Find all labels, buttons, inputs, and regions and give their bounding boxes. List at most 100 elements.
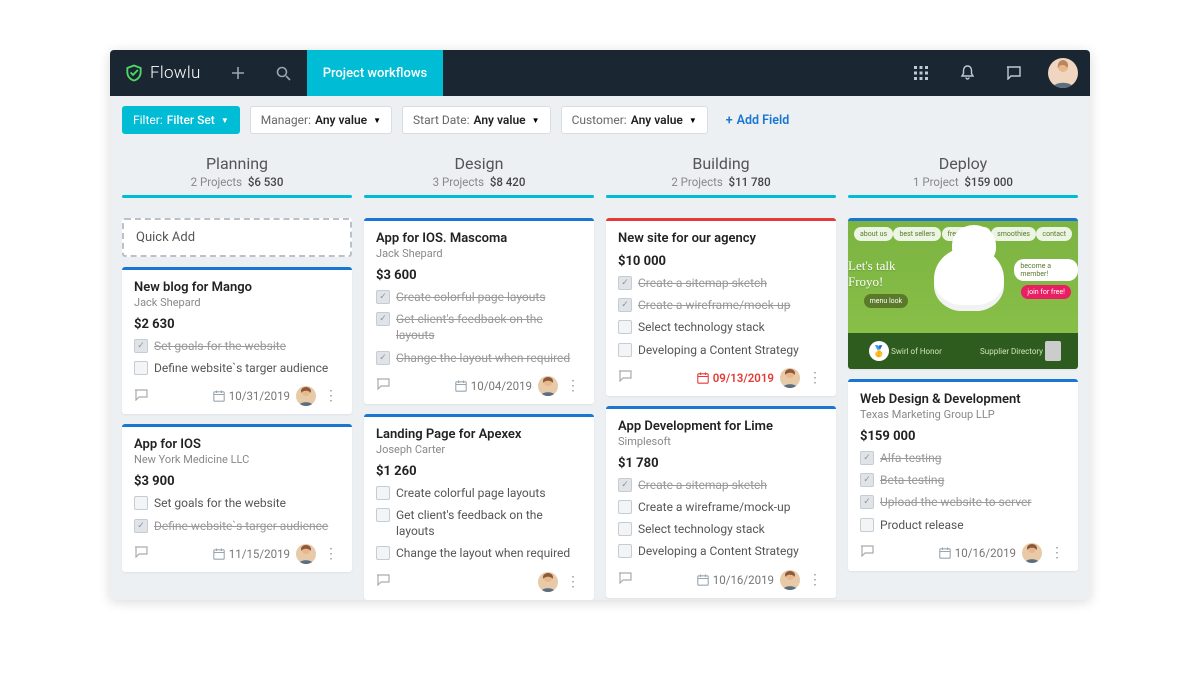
tab-project-workflows[interactable]: Project workflows: [307, 50, 444, 96]
card-title: Web Design & Development: [860, 392, 1066, 407]
card-menu-button[interactable]: ⋮: [322, 546, 340, 562]
checkbox-icon[interactable]: [134, 361, 148, 375]
card-menu-button[interactable]: ⋮: [806, 370, 824, 386]
task-item[interactable]: Change the layout when required: [376, 350, 582, 366]
column-deploy: Deploy 1 Project $159 000 about usbest s…: [848, 148, 1078, 600]
checkbox-icon[interactable]: [618, 343, 632, 357]
kanban-board: Planning 2 Projects $6 530 Quick Add New…: [110, 144, 1090, 600]
card-menu-button[interactable]: ⋮: [564, 378, 582, 394]
project-card[interactable]: New site for our agency $10 000 Create a…: [606, 218, 836, 396]
task-item[interactable]: Change the layout when required: [376, 545, 582, 561]
task-item[interactable]: Define website`s targer audience: [134, 518, 340, 534]
checkbox-icon[interactable]: [134, 496, 148, 510]
chat-button[interactable]: [990, 50, 1036, 96]
checkbox-icon[interactable]: [134, 519, 148, 533]
checkbox-icon[interactable]: [618, 478, 632, 492]
project-card[interactable]: Web Design & Development Texas Marketing…: [848, 379, 1078, 571]
card-menu-button[interactable]: ⋮: [1048, 545, 1066, 561]
add-button[interactable]: [215, 50, 261, 96]
task-item[interactable]: Alfa-testing: [860, 450, 1066, 466]
chevron-down-icon: ▼: [532, 116, 540, 125]
checkbox-icon[interactable]: [860, 495, 874, 509]
task-item[interactable]: Select technology stack: [618, 521, 824, 537]
project-card[interactable]: Landing Page for Apexex Joseph Carter $1…: [364, 414, 594, 600]
task-item[interactable]: Get client's feedback on the layouts: [376, 311, 582, 343]
add-field-button[interactable]: +Add Field: [718, 107, 798, 134]
comment-icon: [618, 370, 632, 382]
checkbox-icon[interactable]: [860, 451, 874, 465]
assignee-avatar[interactable]: [538, 572, 558, 592]
bell-icon: [960, 65, 975, 81]
card-subtitle: Joseph Carter: [376, 443, 582, 456]
checkbox-icon[interactable]: [618, 276, 632, 290]
apps-button[interactable]: [898, 50, 944, 96]
task-item[interactable]: Set goals for the website: [134, 338, 340, 354]
task-item[interactable]: Set goals for the website: [134, 495, 340, 511]
checkbox-icon[interactable]: [376, 508, 390, 522]
task-item[interactable]: Create a wireframe/mock-up: [618, 499, 824, 515]
project-card[interactable]: App for IOS New York Medicine LLC $3 900…: [122, 424, 352, 571]
task-item[interactable]: Create colorful page layouts: [376, 289, 582, 305]
assignee-avatar[interactable]: [780, 570, 800, 590]
checkbox-icon[interactable]: [376, 546, 390, 560]
card-menu-button[interactable]: ⋮: [564, 574, 582, 590]
check-shield-icon: [124, 63, 144, 83]
checkbox-icon[interactable]: [860, 518, 874, 532]
assignee-avatar[interactable]: [538, 376, 558, 396]
manager-filter[interactable]: Manager: Any value▼: [250, 106, 392, 134]
comments-button[interactable]: [376, 574, 390, 589]
column-header: Deploy 1 Project $159 000: [848, 148, 1078, 208]
task-item[interactable]: Product release: [860, 517, 1066, 533]
comments-button[interactable]: [134, 546, 148, 561]
project-card[interactable]: App Development for Lime Simplesoft $1 7…: [606, 406, 836, 598]
comments-button[interactable]: [618, 370, 632, 385]
checkbox-icon[interactable]: [618, 298, 632, 312]
column-header: Building 2 Projects $11 780: [606, 148, 836, 208]
card-menu-button[interactable]: ⋮: [806, 572, 824, 588]
task-item[interactable]: Upload the website to server: [860, 494, 1066, 510]
app-logo[interactable]: Flowlu: [110, 63, 215, 83]
comments-button[interactable]: [134, 389, 148, 404]
checkbox-icon[interactable]: [618, 522, 632, 536]
assignee-avatar[interactable]: [296, 386, 316, 406]
card-price: $3 900: [134, 474, 340, 489]
assignee-avatar[interactable]: [296, 544, 316, 564]
task-item[interactable]: Define website`s targer audience: [134, 360, 340, 376]
assignee-avatar[interactable]: [780, 368, 800, 388]
checkbox-icon[interactable]: [376, 351, 390, 365]
search-button[interactable]: [261, 50, 307, 96]
project-card[interactable]: App for IOS. Mascoma Jack Shepard $3 600…: [364, 218, 594, 404]
comments-button[interactable]: [618, 572, 632, 587]
task-item[interactable]: Create a wireframe/mock-up: [618, 297, 824, 313]
checkbox-icon[interactable]: [134, 339, 148, 353]
task-item[interactable]: Create colorful page layouts: [376, 485, 582, 501]
task-item[interactable]: Developing a Content Strategy: [618, 342, 824, 358]
project-card-image[interactable]: about usbest sellersfresh creamsmoothies…: [848, 218, 1078, 369]
task-item[interactable]: Create a sitemap sketch: [618, 275, 824, 291]
checkbox-icon[interactable]: [618, 500, 632, 514]
task-item[interactable]: Select technology stack: [618, 319, 824, 335]
checkbox-icon[interactable]: [618, 544, 632, 558]
due-date: 10/16/2019: [697, 573, 774, 587]
checkbox-icon[interactable]: [618, 320, 632, 334]
checkbox-icon[interactable]: [376, 486, 390, 500]
task-item[interactable]: Create a sitemap sketch: [618, 477, 824, 493]
assignee-avatar[interactable]: [1022, 543, 1042, 563]
project-card[interactable]: New blog for Mango Jack Shepard $2 630 S…: [122, 267, 352, 414]
quick-add-button[interactable]: Quick Add: [122, 218, 352, 257]
checkbox-icon[interactable]: [860, 473, 874, 487]
comments-button[interactable]: [860, 545, 874, 560]
task-item[interactable]: Get client's feedback on the layouts: [376, 507, 582, 539]
due-date: 10/04/2019: [455, 379, 532, 393]
customer-filter[interactable]: Customer: Any value▼: [561, 106, 708, 134]
comments-button[interactable]: [376, 378, 390, 393]
start-date-filter[interactable]: Start Date: Any value▼: [402, 106, 551, 134]
notifications-button[interactable]: [944, 50, 990, 96]
task-item[interactable]: Developing a Content Strategy: [618, 543, 824, 559]
task-item[interactable]: Beta-testing: [860, 472, 1066, 488]
user-avatar[interactable]: [1048, 58, 1078, 88]
card-menu-button[interactable]: ⋮: [322, 388, 340, 404]
checkbox-icon[interactable]: [376, 290, 390, 304]
filter-set-pill[interactable]: Filter: Filter Set▼: [122, 106, 240, 134]
checkbox-icon[interactable]: [376, 312, 390, 326]
